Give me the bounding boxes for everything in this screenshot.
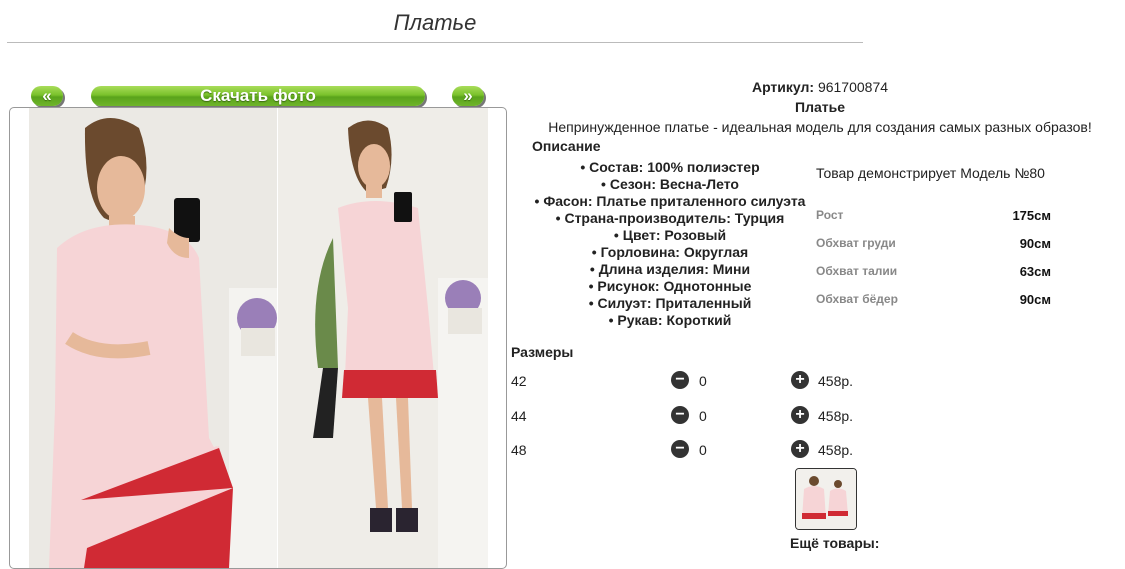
prev-photo-button[interactable]: «	[31, 86, 63, 106]
spec-item: • Рисунок: Однотонные	[588, 278, 752, 294]
minus-icon[interactable]: −	[671, 371, 689, 389]
model-title: Товар демонстрирует Модель №80	[816, 165, 1045, 181]
minus-icon[interactable]: −	[671, 406, 689, 424]
description-heading: Описание	[532, 138, 601, 154]
plus-icon[interactable]: +	[791, 440, 809, 458]
article-line: Артикул: 961700874	[530, 79, 1110, 95]
quantity-value: 0	[699, 442, 707, 458]
size-row: 42 − 0 + 458р.	[511, 371, 871, 391]
measure-value: 90см	[1019, 236, 1051, 251]
spec-item: • Длина изделия: Мини	[589, 261, 751, 277]
size-label: 42	[511, 373, 527, 389]
spec-list: • Состав: 100% полиэстер • Сезон: Весна-…	[520, 159, 820, 329]
size-row: 48 − 0 + 458р.	[511, 440, 871, 460]
spec-item: • Страна-производитель: Турция	[555, 210, 785, 226]
more-products-label: Ещё товары:	[790, 535, 880, 551]
spec-item: • Рукав: Короткий	[608, 312, 732, 328]
quantity-value: 0	[699, 408, 707, 424]
measure-label: Обхват талии	[816, 264, 898, 278]
measure-value: 90см	[1019, 292, 1051, 307]
article-value: 961700874	[817, 79, 889, 95]
spec-item: • Цвет: Розовый	[613, 227, 727, 243]
spec-item: • Силуэт: Приталенный	[588, 295, 752, 311]
spec-item: • Горловина: Округлая	[591, 244, 749, 260]
minus-icon[interactable]: −	[671, 440, 689, 458]
spec-item: • Состав: 100% полиэстер	[580, 159, 760, 175]
plus-icon[interactable]: +	[791, 406, 809, 424]
page-title: Платье	[393, 10, 477, 35]
article-label: Артикул:	[751, 79, 815, 95]
size-label: 44	[511, 408, 527, 424]
size-row: 44 − 0 + 458р.	[511, 406, 871, 426]
sizes-heading: Размеры	[511, 344, 574, 360]
measure-value: 63см	[1019, 264, 1051, 279]
product-thumbnail[interactable]	[795, 468, 857, 530]
product-description: Непринужденное платье - идеальная модель…	[548, 119, 1092, 135]
measure-label: Обхват бёдер	[816, 292, 898, 306]
price-value: 458р.	[818, 408, 854, 424]
quantity-value: 0	[699, 373, 707, 389]
measure-label: Рост	[816, 208, 844, 222]
next-photo-button[interactable]: »	[452, 86, 484, 106]
price-value: 458р.	[818, 373, 854, 389]
plus-icon[interactable]: +	[791, 371, 809, 389]
product-photo-front[interactable]	[29, 108, 277, 568]
title-divider	[7, 42, 863, 43]
spec-item: • Фасон: Платье приталенного силуэта	[534, 193, 806, 209]
measure-value: 175см	[1012, 208, 1051, 223]
price-value: 458р.	[818, 442, 854, 458]
measure-label: Обхват груди	[816, 236, 896, 250]
download-photo-button[interactable]: Скачать фото	[91, 86, 425, 106]
product-name: Платье	[795, 99, 845, 115]
spec-item: • Сезон: Весна-Лето	[601, 176, 739, 192]
photo-gallery	[9, 107, 507, 569]
product-photo-side[interactable]	[278, 108, 488, 568]
size-label: 48	[511, 442, 527, 458]
